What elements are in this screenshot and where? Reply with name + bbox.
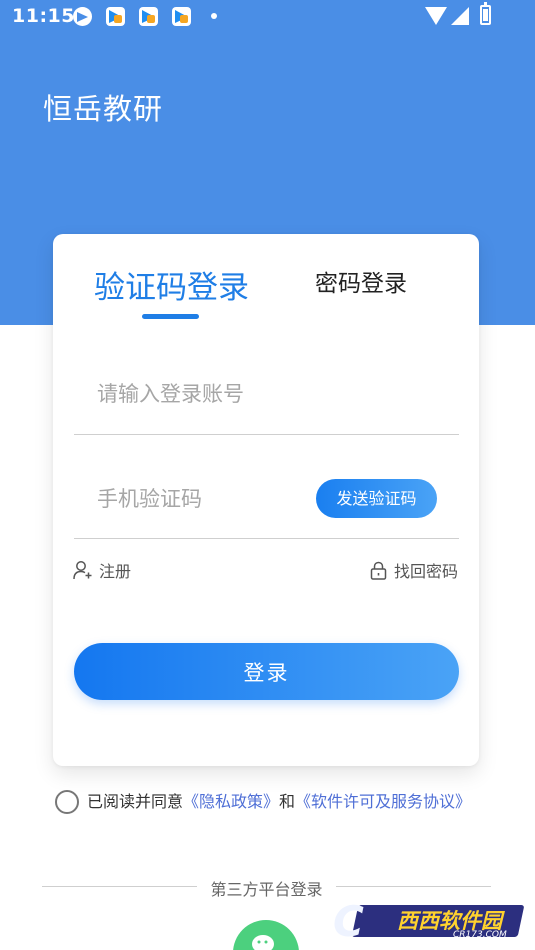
watermark-logo-icon: C xyxy=(333,897,364,946)
third-party-divider: 第三方平台登录 xyxy=(42,876,491,899)
user-add-icon xyxy=(73,561,92,580)
code-field: 发送验证码 xyxy=(74,460,459,539)
login-card: 验证码登录 密码登录 发送验证码 注册 找回密码 登录 xyxy=(53,234,479,766)
send-code-button[interactable]: 发送验证码 xyxy=(316,479,437,518)
divider-line xyxy=(336,886,491,887)
agreement-conjunction: 和 xyxy=(279,792,296,811)
license-agreement-link[interactable]: 《软件许可及服务协议》 xyxy=(295,792,471,811)
status-bar: 11:15 xyxy=(0,0,535,34)
notification-dot-icon xyxy=(211,13,217,19)
status-time: 11:15 xyxy=(12,5,75,27)
privacy-policy-link[interactable]: 《隐私政策》 xyxy=(183,792,279,811)
forgot-password-label: 找回密码 xyxy=(393,562,458,581)
login-button[interactable]: 登录 xyxy=(74,643,459,700)
battery-icon xyxy=(480,2,491,25)
active-tab-indicator xyxy=(142,314,199,319)
app-title: 恒岳教研 xyxy=(43,92,164,126)
agreement-text: 已阅读并同意《隐私政策》和《软件许可及服务协议》 xyxy=(87,791,477,812)
wechat-icon xyxy=(252,935,274,950)
telegram-icon xyxy=(73,7,92,26)
site-watermark: C 西西软件园 CR173.COM xyxy=(333,897,525,947)
code-input[interactable] xyxy=(97,460,317,538)
register-link[interactable]: 注册 xyxy=(73,558,131,582)
login-screen: 11:15 恒岳教研 验证码登录 密码登录 发送验证码 注册 xyxy=(0,0,535,950)
app-icon xyxy=(139,7,158,26)
tab-code-login[interactable]: 验证码登录 xyxy=(94,262,249,307)
watermark-domain: CR173.COM xyxy=(453,930,507,940)
app-icon xyxy=(106,7,125,26)
account-field xyxy=(74,354,459,435)
signal-icon xyxy=(451,7,469,25)
agreement-prefix: 已阅读并同意 xyxy=(87,792,184,811)
forgot-password-link[interactable]: 找回密码 xyxy=(370,558,458,582)
register-label: 注册 xyxy=(99,562,132,581)
app-icon xyxy=(172,7,191,26)
agreement-checkbox[interactable] xyxy=(55,790,79,814)
tab-password-login[interactable]: 密码登录 xyxy=(315,264,407,298)
wechat-login-button[interactable] xyxy=(233,920,299,950)
lock-icon xyxy=(370,561,387,580)
wifi-icon xyxy=(425,7,447,25)
account-input[interactable] xyxy=(97,354,317,434)
